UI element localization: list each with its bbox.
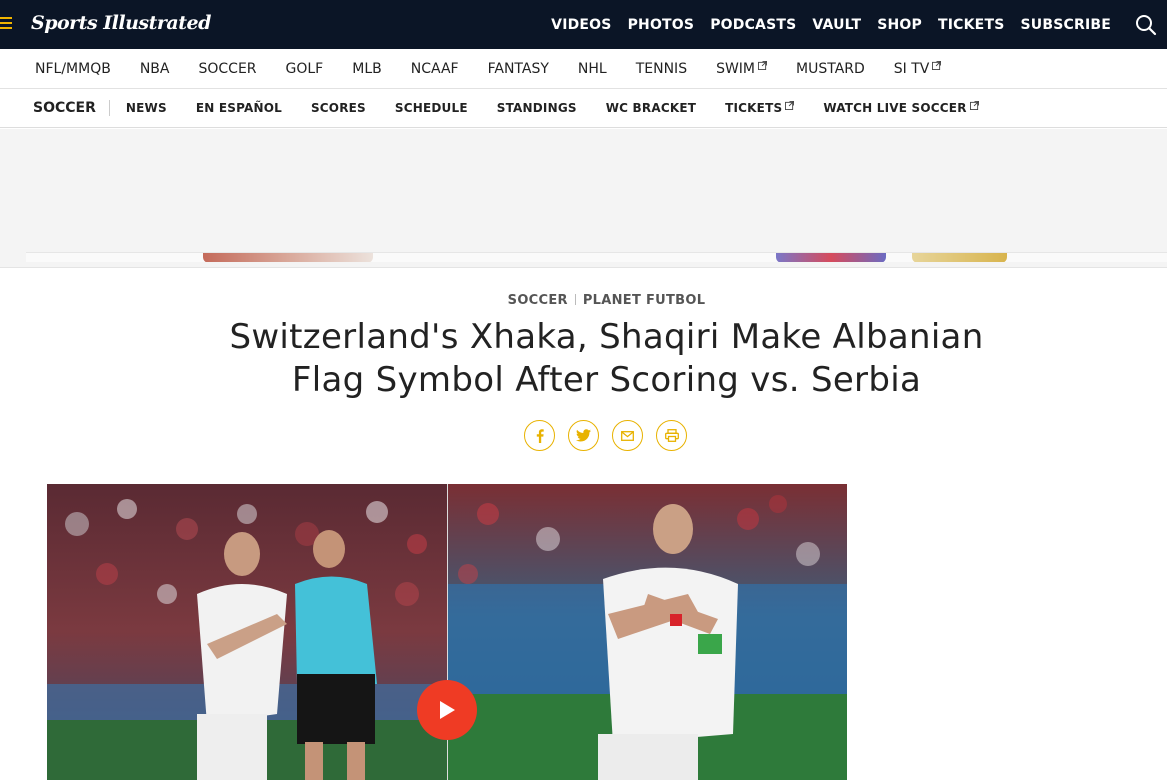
facebook-share-button[interactable] xyxy=(524,420,555,451)
secnav-label: STANDINGS xyxy=(496,101,577,115)
topnav-shop[interactable]: SHOP xyxy=(877,17,922,33)
secnav-label: WC BRACKET xyxy=(605,101,697,115)
section-nav: SOCCER NEWS EN ESPAÑOL SCORES SCHEDULE S… xyxy=(0,89,1167,128)
sportsnav-mustard[interactable]: MUSTARD xyxy=(796,61,865,77)
sportsnav-ncaaf[interactable]: NCAAF xyxy=(411,61,459,77)
secnav-schedule[interactable]: SCHEDULE xyxy=(395,101,468,115)
kicker-subcategory[interactable]: PLANET FUTBOL xyxy=(583,293,705,308)
top-nav: VIDEOS PHOTOS PODCASTS VAULT SHOP TICKET… xyxy=(535,0,1111,49)
sports-nav: NFL/MMQB NBA SOCCER GOLF MLB NCAAF FANTA… xyxy=(0,49,1167,89)
sportsnav-label: NCAAF xyxy=(410,60,459,77)
site-logo[interactable]: Sports Illustrated xyxy=(31,12,211,34)
external-link-icon xyxy=(932,61,942,70)
sportsnav-swim[interactable]: SWIM xyxy=(716,60,768,77)
play-button[interactable] xyxy=(417,680,477,740)
sportsnav-label: MLB xyxy=(352,60,382,77)
top-header: Sports Illustrated VIDEOS PHOTOS PODCAST… xyxy=(0,0,1167,49)
secnav-label: TICKETS xyxy=(725,101,783,115)
secnav-watch-live[interactable]: WATCH LIVE SOCCER xyxy=(823,100,979,115)
share-bar xyxy=(524,420,700,451)
secnav-label: SCHEDULE xyxy=(394,101,468,115)
sportsnav-nhl[interactable]: NHL xyxy=(578,61,607,77)
sportsnav-label: GOLF xyxy=(285,60,324,77)
sportsnav-tennis[interactable]: TENNIS xyxy=(636,61,687,77)
sportsnav-nba[interactable]: NBA xyxy=(140,61,170,77)
sportsnav-golf[interactable]: GOLF xyxy=(286,61,324,77)
video-player[interactable] xyxy=(47,484,847,780)
sportsnav-label: NHL xyxy=(577,60,607,77)
twitter-share-button[interactable] xyxy=(568,420,599,451)
sportsnav-mlb[interactable]: MLB xyxy=(352,61,381,77)
secnav-news[interactable]: NEWS xyxy=(126,101,167,115)
secnav-wc-bracket[interactable]: WC BRACKET xyxy=(606,101,696,115)
sportsnav-label: TENNIS xyxy=(635,60,688,77)
hero-photo-shaqiri xyxy=(448,484,847,780)
external-link-icon xyxy=(758,61,768,70)
ad-image-strip xyxy=(26,252,1167,262)
article-kicker: SOCCER PLANET FUTBOL xyxy=(0,293,1167,308)
sportsnav-label: NBA xyxy=(139,60,170,77)
topnav-tickets[interactable]: TICKETS xyxy=(938,17,1004,33)
secnav-label: WATCH LIVE SOCCER xyxy=(823,101,967,115)
topnav-subscribe[interactable]: SUBSCRIBE xyxy=(1020,17,1111,33)
sportsnav-label: SI TV xyxy=(893,60,930,77)
secnav-scores[interactable]: SCORES xyxy=(311,101,366,115)
topnav-vault[interactable]: VAULT xyxy=(812,17,861,33)
sportsnav-label: SOCCER xyxy=(198,60,257,77)
print-icon xyxy=(664,429,679,442)
external-link-icon xyxy=(969,100,979,110)
article-headline: Switzerland's Xhaka, Shaqiri Make Albani… xyxy=(229,317,984,400)
sportsnav-soccer[interactable]: SOCCER xyxy=(198,61,256,77)
sportsnav-label: SWIM xyxy=(716,60,756,77)
secnav-label: NEWS xyxy=(125,101,167,115)
sportsnav-fantasy[interactable]: FANTASY xyxy=(488,61,549,77)
topnav-videos[interactable]: VIDEOS xyxy=(551,17,611,33)
email-share-button[interactable] xyxy=(612,420,643,451)
play-icon xyxy=(440,701,455,719)
secnav-en-espanol[interactable]: EN ESPAÑOL xyxy=(196,101,282,115)
search-icon[interactable] xyxy=(1135,14,1157,36)
section-title[interactable]: SOCCER xyxy=(33,100,110,116)
twitter-icon xyxy=(576,429,591,442)
kicker-category[interactable]: SOCCER xyxy=(508,293,568,308)
kicker-divider xyxy=(574,294,576,305)
email-icon xyxy=(621,430,634,441)
sportsnav-label: FANTASY xyxy=(487,60,549,77)
sportsnav-nfl[interactable]: NFL/MMQB xyxy=(35,61,111,77)
topnav-photos[interactable]: PHOTOS xyxy=(628,17,695,33)
sportsnav-label: MUSTARD xyxy=(796,60,865,77)
hero-photo-xhaka xyxy=(47,484,447,780)
facebook-icon xyxy=(536,428,544,443)
secnav-standings[interactable]: STANDINGS xyxy=(497,101,577,115)
ad-banner[interactable] xyxy=(0,129,1167,268)
secnav-label: SCORES xyxy=(310,101,366,115)
sportsnav-label: NFL/MMQB xyxy=(35,60,111,77)
sportsnav-sitv[interactable]: SI TV xyxy=(894,61,942,77)
secnav-label: EN ESPAÑOL xyxy=(195,101,282,115)
menu-icon[interactable] xyxy=(0,17,14,31)
secnav-tickets[interactable]: TICKETS xyxy=(725,100,795,115)
topnav-podcasts[interactable]: PODCASTS xyxy=(710,17,796,33)
print-button[interactable] xyxy=(656,420,687,451)
external-link-icon xyxy=(785,100,795,110)
